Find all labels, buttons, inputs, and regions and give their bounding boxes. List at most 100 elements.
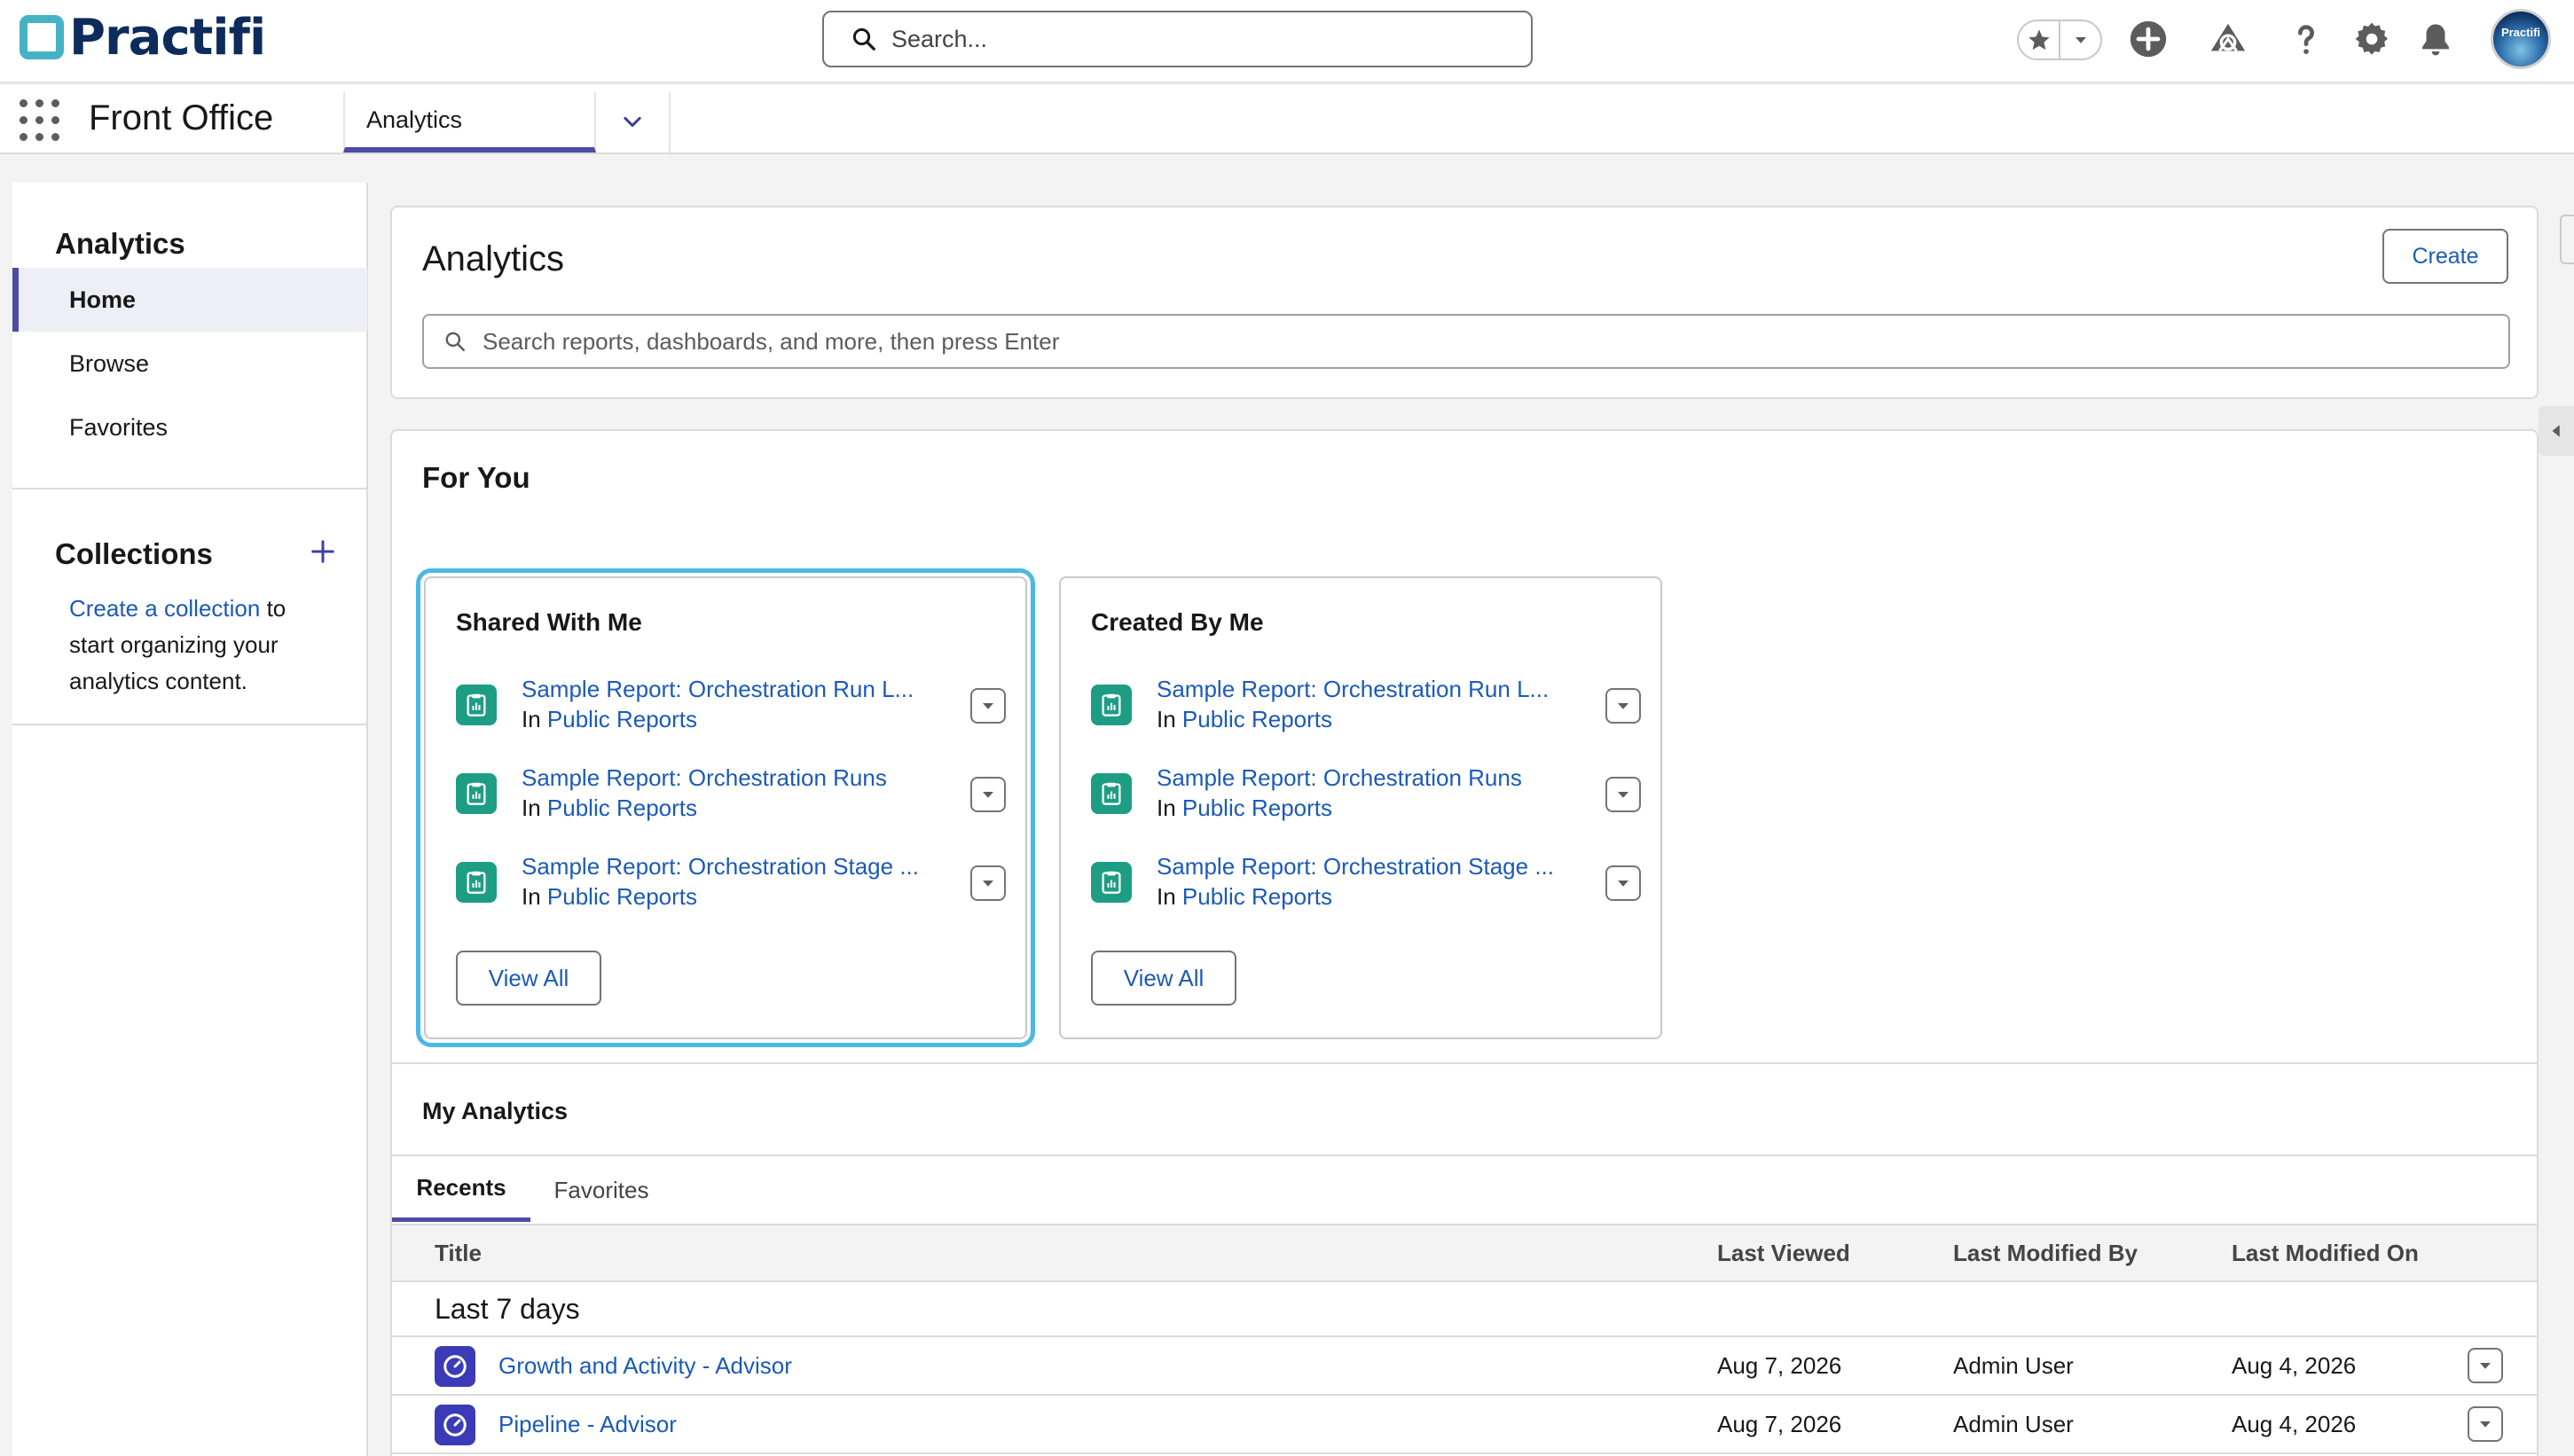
chevron-down-icon xyxy=(983,792,993,798)
favorite-star-button[interactable] xyxy=(2019,21,2059,59)
row-modified-by: Admin User xyxy=(1953,1351,2074,1379)
shared-with-me-card: Shared With Me Sample Report: Orchestrat… xyxy=(416,568,1035,1047)
add-collection-button[interactable] xyxy=(305,534,341,569)
user-avatar[interactable]: Practifi xyxy=(2491,9,2551,69)
sidebar-item-favorites[interactable]: Favorites xyxy=(12,395,367,459)
dashboard-link[interactable]: Growth and Activity - Advisor xyxy=(498,1352,792,1380)
report-link[interactable]: Sample Report: Orchestration Runs xyxy=(1157,763,1573,793)
report-link[interactable]: Sample Report: Orchestration Runs xyxy=(522,763,938,793)
list-item: Sample Report: Orchestration Runs In Pub… xyxy=(1091,763,1645,828)
global-actions-button[interactable] xyxy=(2125,16,2171,62)
analytics-search-input[interactable]: Search reports, dashboards, and more, th… xyxy=(422,314,2510,369)
folder-link[interactable]: Public Reports xyxy=(547,706,697,732)
sidebar-item-home[interactable]: Home xyxy=(12,268,367,332)
report-icon xyxy=(1091,862,1132,903)
report-folder-line: In Public Reports xyxy=(1157,704,1332,734)
report-link[interactable]: Sample Report: Orchestration Stage ... xyxy=(522,851,938,881)
chevron-down-icon xyxy=(1618,792,1628,798)
collapse-panel-button[interactable] xyxy=(2539,406,2574,456)
notifications-button[interactable] xyxy=(2413,16,2459,62)
row-actions-button[interactable] xyxy=(2468,1406,2503,1442)
list-item: Sample Report: Orchestration Stage ... I… xyxy=(456,851,1010,917)
for-you-title: For You xyxy=(422,461,530,494)
chevron-down-icon xyxy=(624,116,641,128)
dashboard-link[interactable]: Pipeline - Advisor xyxy=(498,1411,677,1438)
nav-items-dropdown-button[interactable] xyxy=(596,92,671,153)
row-actions-button[interactable] xyxy=(1605,688,1641,724)
help-button[interactable] xyxy=(2285,16,2327,62)
utility-panel-tab[interactable] xyxy=(2560,215,2574,264)
view-all-button[interactable]: View All xyxy=(1091,951,1236,1006)
add-circle-icon xyxy=(2130,20,2167,58)
list-item: Sample Report: Orchestration Runs In Pub… xyxy=(456,763,1010,828)
table-header: Title Last Viewed Last Modified By Last … xyxy=(392,1224,2537,1282)
report-link[interactable]: Sample Report: Orchestration Run L... xyxy=(522,674,938,704)
report-icon xyxy=(1091,773,1132,814)
global-search-input[interactable]: Search... xyxy=(822,11,1533,67)
report-link[interactable]: Sample Report: Orchestration Stage ... xyxy=(1157,851,1573,881)
table-row: Growth and Activity - Advisor Aug 7, 202… xyxy=(392,1337,2537,1396)
in-label: In xyxy=(522,883,541,910)
folder-link[interactable]: Public Reports xyxy=(1182,883,1332,910)
row-actions-button[interactable] xyxy=(970,865,1006,901)
card-title: Shared With Me xyxy=(456,608,642,636)
section-divider xyxy=(392,1062,2537,1064)
global-header: Practifi Search... Practifi xyxy=(0,0,2574,83)
tab-recents[interactable]: Recents xyxy=(392,1158,530,1222)
chevron-down-icon xyxy=(1618,703,1628,709)
dashboard-icon xyxy=(435,1346,475,1387)
row-actions-button[interactable] xyxy=(970,777,1006,812)
list-item: Sample Report: Orchestration Run L... In… xyxy=(1091,674,1645,740)
analytics-header-card: Analytics Create Search reports, dashboa… xyxy=(390,206,2539,399)
in-label: In xyxy=(522,795,541,821)
report-link[interactable]: Sample Report: Orchestration Run L... xyxy=(1157,674,1573,704)
chevron-left-icon xyxy=(2552,425,2560,437)
card-title: Created By Me xyxy=(1091,608,1264,636)
chevron-down-icon xyxy=(2075,37,2086,43)
folder-link[interactable]: Public Reports xyxy=(1182,795,1332,821)
tab-favorites[interactable]: Favorites xyxy=(548,1158,655,1222)
nav-tab-analytics[interactable]: Analytics xyxy=(343,92,596,153)
analytics-sidebar: Analytics Home Browse Favorites Collecti… xyxy=(12,183,368,1456)
report-folder-line: In Public Reports xyxy=(1157,881,1332,912)
favorites-button-group xyxy=(2017,20,2102,60)
folder-link[interactable]: Public Reports xyxy=(547,883,697,910)
column-header-last-viewed[interactable]: Last Viewed xyxy=(1717,1225,1850,1280)
report-icon xyxy=(1091,685,1132,725)
practifi-logo[interactable]: Practifi xyxy=(20,8,266,67)
row-actions-button[interactable] xyxy=(2468,1348,2503,1383)
column-header-title[interactable]: Title xyxy=(435,1225,482,1280)
help-icon xyxy=(2297,25,2314,54)
chevron-down-icon xyxy=(983,703,993,709)
column-header-last-modified-on[interactable]: Last Modified On xyxy=(2232,1225,2419,1280)
chevron-down-icon xyxy=(1618,881,1628,887)
setup-button[interactable] xyxy=(2349,16,2395,62)
row-actions-button[interactable] xyxy=(1605,865,1641,901)
folder-link[interactable]: Public Reports xyxy=(1182,706,1332,732)
bell-icon xyxy=(2422,24,2449,56)
row-actions-button[interactable] xyxy=(970,688,1006,724)
page-title: Analytics xyxy=(422,239,565,278)
report-icon xyxy=(456,685,497,725)
logo-text: Practifi xyxy=(69,8,266,67)
report-folder-line: In Public Reports xyxy=(522,704,697,734)
list-item: Sample Report: Orchestration Run L... In… xyxy=(456,674,1010,740)
trailhead-button[interactable] xyxy=(2203,16,2253,62)
table-group-row: Last 7 days xyxy=(392,1282,2537,1337)
plus-icon xyxy=(311,540,334,563)
row-actions-button[interactable] xyxy=(1605,777,1641,812)
report-folder-line: In Public Reports xyxy=(522,881,697,912)
create-button[interactable]: Create xyxy=(2382,229,2508,284)
gear-icon xyxy=(2355,22,2389,55)
app-launcher-icon[interactable] xyxy=(20,99,59,141)
create-collection-link[interactable]: Create a collection xyxy=(69,595,260,622)
favorites-list-button[interactable] xyxy=(2059,21,2100,59)
row-title: Pipeline - Advisor xyxy=(498,1396,677,1452)
sidebar-item-browse[interactable]: Browse xyxy=(12,332,367,395)
folder-link[interactable]: Public Reports xyxy=(547,795,697,821)
view-all-button[interactable]: View All xyxy=(456,951,601,1006)
report-icon xyxy=(456,862,497,903)
column-header-last-modified-by[interactable]: Last Modified By xyxy=(1953,1225,2138,1280)
star-icon xyxy=(2028,29,2050,51)
table-row: Pipeline - Advisor Aug 7, 2026 Admin Use… xyxy=(392,1396,2537,1454)
